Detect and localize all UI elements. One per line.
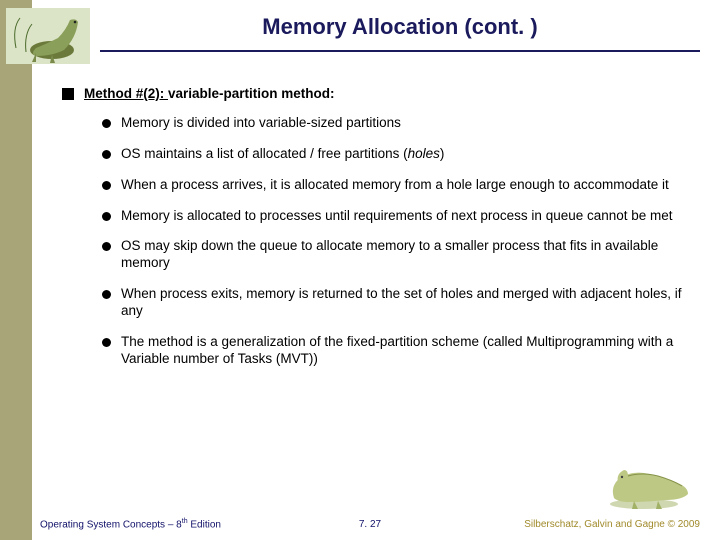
left-sidebar-stripe (0, 0, 32, 540)
bullet-text: OS maintains a list of allocated / free … (121, 146, 444, 163)
heading-item: Method #(2): variable-partition method: (62, 86, 688, 103)
slide-title: Memory Allocation (cont. ) (100, 10, 700, 50)
footer-left: Operating System Concepts – 8th Edition (40, 518, 221, 530)
title-zone: Memory Allocation (cont. ) (100, 10, 700, 62)
bullet-text: When process exits, memory is returned t… (121, 286, 688, 320)
title-underline (100, 50, 700, 52)
heading-text: Method #(2): variable-partition method: (84, 86, 335, 103)
bullet-text: OS may skip down the queue to allocate m… (121, 238, 688, 272)
circle-bullet-icon (102, 212, 111, 221)
circle-bullet-icon (102, 242, 111, 251)
circle-bullet-icon (102, 290, 111, 299)
list-item: OS maintains a list of allocated / free … (102, 146, 688, 163)
list-item: Memory is divided into variable-sized pa… (102, 115, 688, 132)
circle-bullet-icon (102, 181, 111, 190)
list-item: When process exits, memory is returned t… (102, 286, 688, 320)
footer-page-number: 7. 27 (359, 519, 381, 530)
dinosaur-top-image (6, 8, 90, 64)
list-item: OS may skip down the queue to allocate m… (102, 238, 688, 272)
list-item: Memory is allocated to processes until r… (102, 208, 688, 225)
circle-bullet-icon (102, 150, 111, 159)
bullet-text: Memory is divided into variable-sized pa… (121, 115, 401, 132)
list-item: The method is a generalization of the fi… (102, 334, 688, 368)
footer-copyright: Silberschatz, Galvin and Gagne © 2009 (524, 519, 700, 530)
bullet-text: The method is a generalization of the fi… (121, 334, 688, 368)
circle-bullet-icon (102, 119, 111, 128)
list-item: When a process arrives, it is allocated … (102, 177, 688, 194)
bullet-text: Memory is allocated to processes until r… (121, 208, 673, 225)
square-bullet-icon (62, 88, 74, 100)
circle-bullet-icon (102, 338, 111, 347)
footer: Operating System Concepts – 8th Edition … (40, 500, 700, 530)
bullet-text: When a process arrives, it is allocated … (121, 177, 669, 194)
content-area: Method #(2): variable-partition method: … (62, 86, 688, 382)
